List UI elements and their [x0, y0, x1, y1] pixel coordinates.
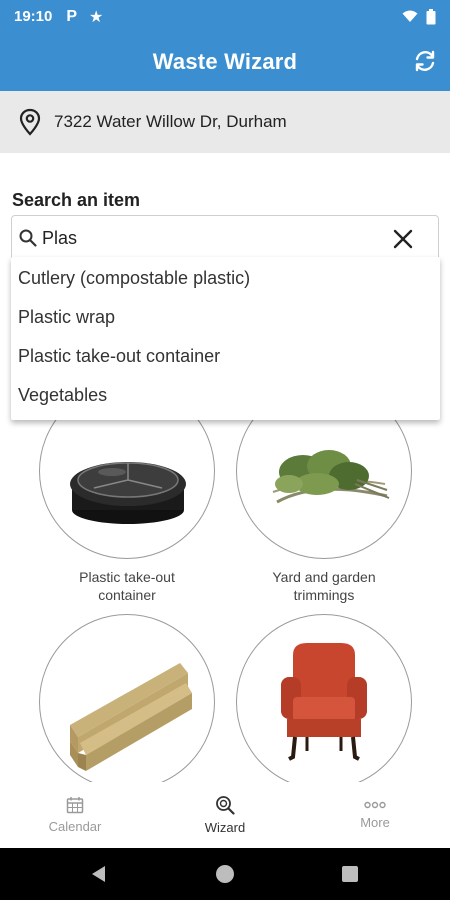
home-icon[interactable] [214, 863, 236, 885]
nav-wizard-label: Wizard [204, 820, 246, 835]
nav-more-label: More [360, 815, 390, 830]
wifi-icon [402, 10, 418, 22]
wizard-search-icon [216, 796, 235, 815]
status-time: 19:10 [14, 8, 53, 25]
status-icons [402, 8, 436, 25]
suggestions-dropdown: Cutlery (compostable plastic) Plastic wr… [11, 257, 440, 420]
refresh-button[interactable] [412, 48, 438, 74]
location-pin-icon [19, 108, 41, 136]
app-title: Waste Wizard [152, 49, 298, 74]
search-box[interactable] [11, 215, 439, 261]
p-icon: P [66, 7, 78, 25]
system-navigation-bar [0, 848, 450, 900]
nav-calendar-label: Calendar [48, 819, 102, 834]
address-bar[interactable]: 7322 Water Willow Dr, Durham [0, 91, 450, 153]
nav-calendar[interactable]: Calendar [0, 782, 150, 848]
star-icon: ★ [89, 8, 104, 26]
search-input[interactable] [42, 227, 372, 249]
calendar-icon [66, 797, 84, 814]
app-bar: Waste Wizard [0, 33, 450, 91]
tile-lumber[interactable] [39, 614, 215, 790]
search-icon [19, 229, 37, 247]
status-bar: 19:10 P ★ [0, 0, 450, 33]
armchair-image [281, 643, 367, 761]
nav-wizard[interactable]: Wizard [150, 782, 300, 848]
suggestion-item[interactable]: Plastic take-out container [11, 337, 440, 376]
search-label: Search an item [12, 190, 141, 210]
tile-label-plastic-container: Plastic take-out container [79, 569, 175, 603]
recents-icon[interactable] [341, 865, 359, 883]
bottom-navigation: Calendar Wizard More [0, 782, 450, 848]
back-icon[interactable] [89, 864, 109, 884]
nav-more[interactable]: More [300, 782, 450, 848]
refresh-icon [415, 50, 435, 72]
suggestion-item[interactable]: Cutlery (compostable plastic) [11, 259, 440, 298]
lumber-image [70, 663, 192, 771]
more-icon [364, 801, 386, 809]
battery-icon [426, 8, 436, 24]
close-icon [393, 229, 413, 249]
tile-armchair[interactable] [236, 614, 412, 790]
suggestion-item[interactable]: Vegetables [11, 376, 440, 415]
address-text: 7322 Water Willow Dr, Durham [54, 112, 287, 131]
tile-label-yard-trimmings: Yard and garden trimmings [272, 569, 376, 603]
suggestion-item[interactable]: Plastic wrap [11, 298, 440, 337]
clear-search-button[interactable] [392, 228, 414, 250]
